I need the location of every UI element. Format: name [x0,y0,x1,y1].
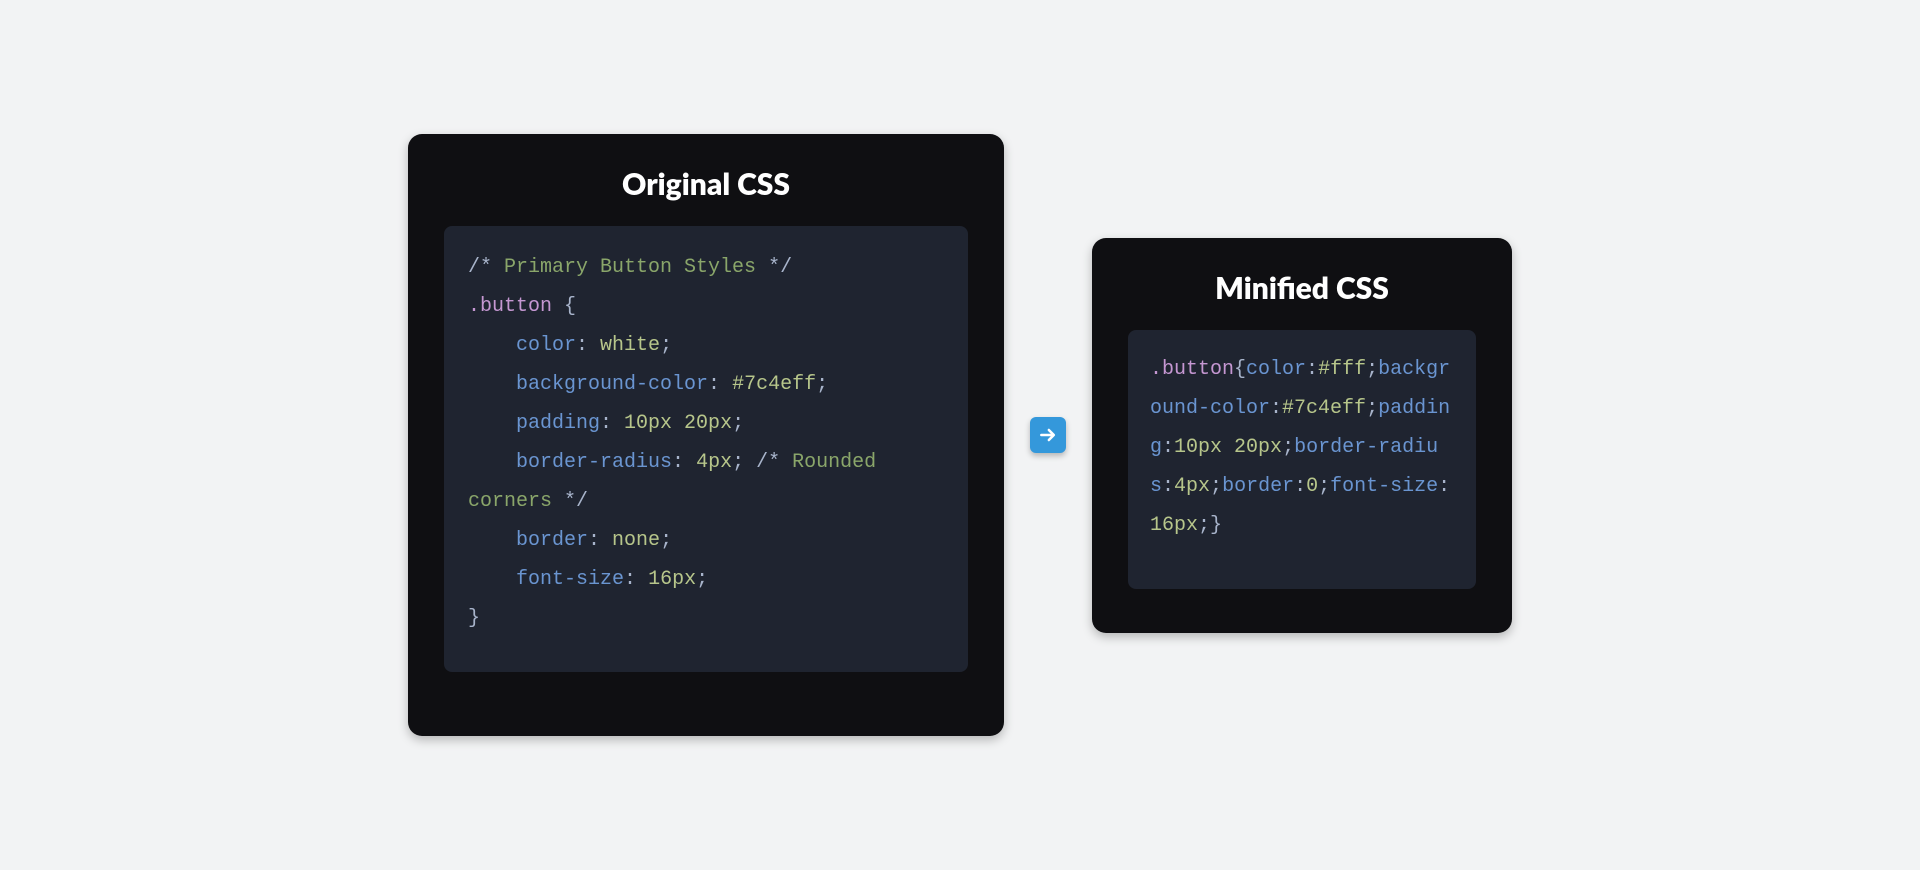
minified-css-card: Minified CSS .button{color:#fff;backgrou… [1092,238,1512,633]
code-token: 4px [696,451,732,474]
code-token: font-size [1330,475,1438,498]
code-token: color [1246,358,1306,381]
code-token: padding [516,412,600,435]
code-token: : [1270,397,1282,420]
code-token: } [468,607,480,630]
code-token: #7c4eff [1282,397,1366,420]
code-token: 10px 20px [1174,436,1282,459]
code-token [468,373,516,396]
code-token: ; [660,334,672,357]
code-token: : [1438,475,1450,498]
code-token: : [600,412,624,435]
code-token [468,451,516,474]
code-token: ; [1366,358,1378,381]
code-token [468,412,516,435]
code-token: } [1210,514,1222,537]
code-token: #7c4eff [732,373,816,396]
code-token: : [672,451,696,474]
code-token: ; [732,412,744,435]
code-token: : [1162,436,1174,459]
code-token: 16px [648,568,696,591]
code-token: : [576,334,600,357]
original-css-code: /* Primary Button Styles */ .button { co… [444,226,968,672]
code-token: ; [1198,514,1210,537]
code-token: ; [1282,436,1294,459]
code-token: { [1234,358,1246,381]
code-token [468,529,516,552]
code-token: : [588,529,612,552]
code-token: ; [696,568,708,591]
code-token: white [600,334,660,357]
code-token: : [624,568,648,591]
code-token: ; [732,451,744,474]
code-token: 0 [1306,475,1318,498]
code-token [468,334,516,357]
code-token: ; [660,529,672,552]
code-token: 4px [1174,475,1210,498]
code-token: #fff [1318,358,1366,381]
code-token: border [1222,475,1294,498]
code-token: */ [552,490,588,513]
code-token: .button [1150,358,1234,381]
code-token: color [516,334,576,357]
code-token: ; [816,373,828,396]
code-token: */ [756,256,792,279]
code-token: /* [756,451,792,474]
code-token: background-color [516,373,708,396]
code-token: Primary Button Styles [504,256,756,279]
code-token: { [552,295,576,318]
code-token: font-size [516,568,624,591]
code-token: 10px 20px [624,412,732,435]
code-token: none [612,529,660,552]
code-token: border-radius [516,451,672,474]
code-token: .button [468,295,552,318]
right-arrow-icon [1030,417,1066,453]
code-token: : [708,373,732,396]
code-token: /* [468,256,504,279]
code-token: : [1162,475,1174,498]
code-token: 16px [1150,514,1198,537]
code-token: border [516,529,588,552]
code-token: ; [1366,397,1378,420]
code-token: : [1294,475,1306,498]
code-token: ; [1210,475,1222,498]
original-css-title: Original CSS [444,166,968,202]
code-token [468,568,516,591]
minified-css-title: Minified CSS [1128,270,1476,306]
code-token: : [1306,358,1318,381]
original-css-card: Original CSS /* Primary Button Styles */… [408,134,1004,736]
comparison-stage: Original CSS /* Primary Button Styles */… [0,0,1920,870]
code-token: ; [1318,475,1330,498]
minified-css-code: .button{color:#fff;background-color:#7c4… [1128,330,1476,589]
